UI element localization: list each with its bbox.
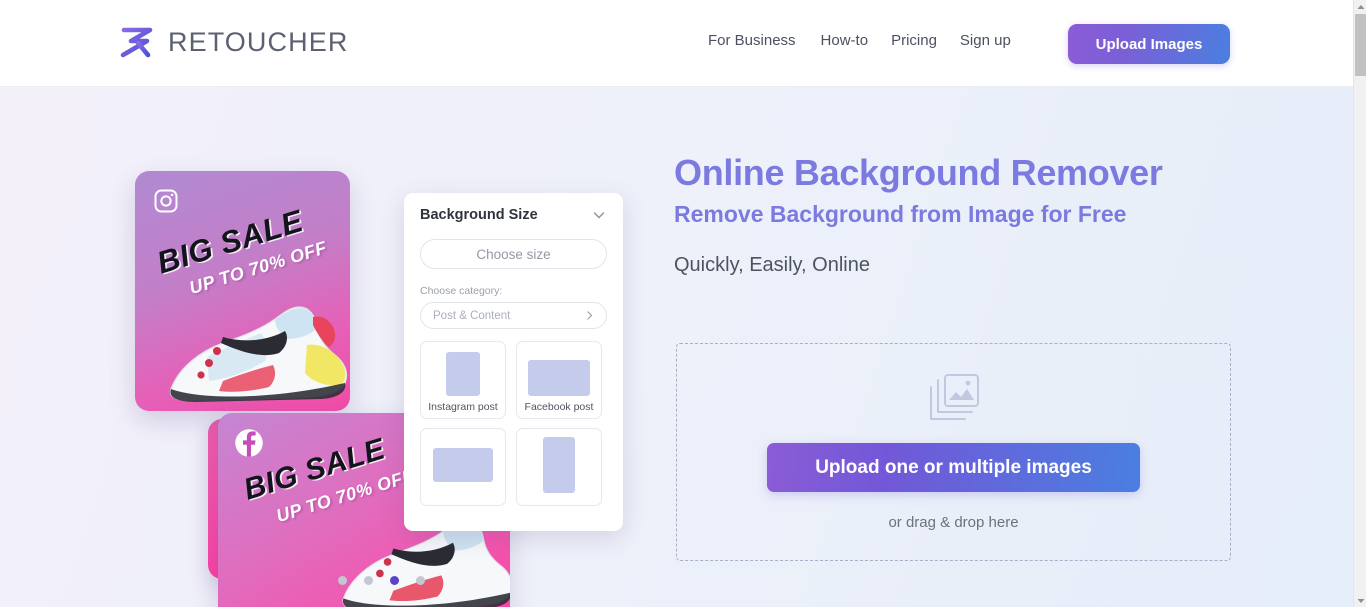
carousel-dot-2[interactable]	[364, 576, 373, 585]
thumb-preview-shape	[528, 360, 590, 396]
logo-text: RETOUCHER	[168, 26, 349, 57]
upload-one-or-multiple-images-button[interactable]: Upload one or multiple images	[767, 443, 1140, 492]
nav-item-pricing[interactable]: Pricing	[891, 32, 960, 49]
thumb-preview-shape	[433, 447, 493, 482]
sneaker-image	[169, 306, 348, 402]
hero-tagline: Quickly, Easily, Online	[674, 254, 870, 276]
size-thumbnail-wide[interactable]	[420, 428, 506, 506]
hero-section: BIG SALE UP TO 70% OFF BIG SALE UP TO 70…	[0, 87, 1353, 607]
scroll-down-arrow-icon[interactable]	[1354, 594, 1366, 607]
page-subtitle: Remove Background from Image for Free	[674, 201, 1127, 227]
chevron-down-icon[interactable]	[591, 207, 607, 223]
page-title: Online Background Remover	[674, 152, 1163, 193]
stacked-images-icon	[927, 373, 981, 443]
facebook-icon	[234, 428, 264, 463]
thumb-preview-shape	[446, 352, 480, 396]
background-size-panel: Background Size Choose size Choose categ…	[404, 193, 623, 531]
scrollbar-thumb[interactable]	[1355, 14, 1366, 76]
size-thumbnail-tall[interactable]	[516, 428, 602, 506]
promo-card-instagram: BIG SALE UP TO 70% OFF	[135, 171, 350, 411]
upload-dropzone[interactable]: Upload one or multiple images or drag & …	[676, 343, 1231, 561]
page-content: RETOUCHER For Business How-to Pricing Si…	[0, 0, 1353, 607]
instagram-icon	[152, 187, 180, 220]
carousel-dot-4[interactable]	[416, 576, 425, 585]
scroll-up-arrow-icon[interactable]	[1354, 0, 1366, 13]
carousel-dot-3[interactable]	[390, 576, 399, 585]
carousel-dots	[338, 576, 425, 585]
main-nav: For Business How-to Pricing Sign up	[708, 32, 1034, 49]
upload-images-button[interactable]: Upload Images	[1068, 24, 1230, 64]
size-thumbnail-instagram-post[interactable]: Instagram post	[420, 341, 506, 419]
size-thumbnail-label: Instagram post	[428, 401, 498, 413]
hero-visual: BIG SALE UP TO 70% OFF BIG SALE UP TO 70…	[0, 87, 660, 607]
size-thumbnail-facebook-post[interactable]: Facebook post	[516, 341, 602, 419]
choose-size-field[interactable]: Choose size	[420, 239, 607, 269]
nav-item-sign-up[interactable]: Sign up	[960, 32, 1034, 49]
nav-item-for-business[interactable]: For Business	[708, 32, 821, 49]
category-select[interactable]: Post & Content	[420, 302, 607, 329]
vertical-scrollbar[interactable]	[1353, 0, 1366, 607]
drag-drop-hint: or drag & drop here	[888, 514, 1019, 531]
logo[interactable]: RETOUCHER	[117, 22, 348, 62]
browser-viewport: RETOUCHER For Business How-to Pricing Si…	[0, 0, 1366, 607]
site-header: RETOUCHER For Business How-to Pricing Si…	[0, 0, 1353, 87]
choose-category-label: Choose category:	[420, 285, 503, 297]
panel-header: Background Size	[420, 207, 607, 223]
panel-title: Background Size	[420, 207, 538, 223]
nav-item-how-to[interactable]: How-to	[821, 32, 892, 49]
thumb-preview-shape	[543, 436, 575, 493]
retoucher-logo-mark-icon	[117, 22, 157, 62]
chevron-right-icon	[583, 309, 596, 322]
size-thumbnail-label: Facebook post	[524, 401, 594, 413]
category-select-value: Post & Content	[433, 309, 511, 322]
carousel-dot-1[interactable]	[338, 576, 347, 585]
size-thumbnail-grid: Instagram post Facebook post	[420, 341, 607, 506]
